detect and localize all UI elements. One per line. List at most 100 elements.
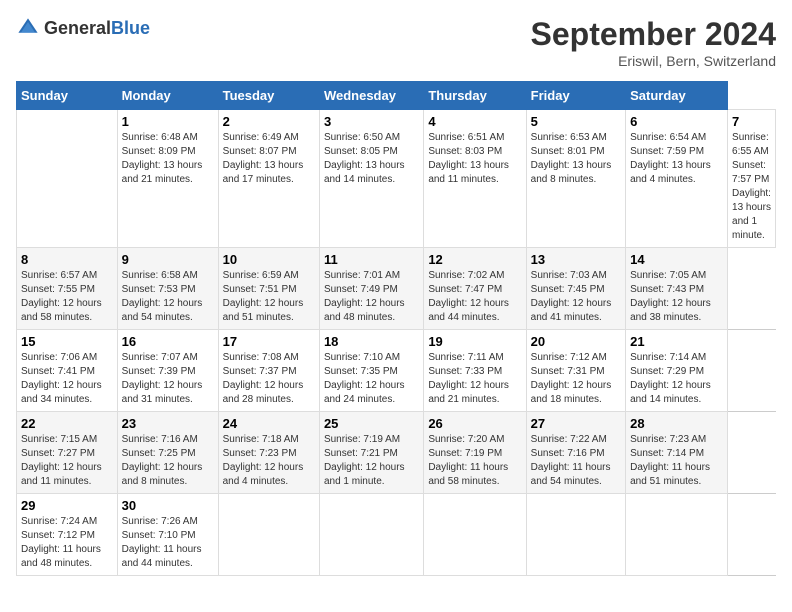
calendar-cell: 24 Sunrise: 7:18 AMSunset: 7:23 PMDayligh…	[218, 412, 319, 494]
day-number: 24	[223, 416, 315, 431]
cell-info: Sunrise: 7:03 AMSunset: 7:45 PMDaylight:…	[531, 269, 621, 325]
week-row-4: 22 Sunrise: 7:15 AMSunset: 7:27 PMDayligh…	[17, 412, 776, 494]
cell-info: Sunrise: 7:07 AMSunset: 7:39 PMDaylight:…	[122, 351, 214, 407]
cell-info: Sunrise: 7:16 AMSunset: 7:25 PMDaylight:…	[122, 433, 214, 489]
day-number: 21	[630, 334, 723, 349]
title-area: September 2024 Eriswil, Bern, Switzerlan…	[531, 16, 776, 69]
calendar-cell: 4 Sunrise: 6:51 AMSunset: 8:03 PMDaylight…	[424, 110, 526, 248]
day-number: 25	[324, 416, 419, 431]
day-header-saturday: Saturday	[626, 82, 728, 110]
cell-info: Sunrise: 7:12 AMSunset: 7:31 PMDaylight:…	[531, 351, 621, 407]
cell-info: Sunrise: 7:22 AMSunset: 7:16 PMDaylight:…	[531, 433, 621, 489]
logo: GeneralBlue	[16, 16, 150, 40]
cell-info: Sunrise: 6:54 AMSunset: 7:59 PMDaylight:…	[630, 131, 723, 187]
header-row: SundayMondayTuesdayWednesdayThursdayFrid…	[17, 82, 776, 110]
calendar-cell	[319, 494, 423, 576]
calendar-cell: 11 Sunrise: 7:01 AMSunset: 7:49 PMDayligh…	[319, 248, 423, 330]
day-number: 9	[122, 252, 214, 267]
day-header-tuesday: Tuesday	[218, 82, 319, 110]
day-number: 19	[428, 334, 521, 349]
cell-info: Sunrise: 6:57 AMSunset: 7:55 PMDaylight:…	[21, 269, 113, 325]
calendar-cell: 8Sunrise: 6:57 AMSunset: 7:55 PMDaylight…	[17, 248, 118, 330]
week-row-2: 8Sunrise: 6:57 AMSunset: 7:55 PMDaylight…	[17, 248, 776, 330]
day-number: 16	[122, 334, 214, 349]
day-number: 13	[531, 252, 621, 267]
cell-info: Sunrise: 6:59 AMSunset: 7:51 PMDaylight:…	[223, 269, 315, 325]
calendar-cell: 9 Sunrise: 6:58 AMSunset: 7:53 PMDaylight…	[117, 248, 218, 330]
calendar-cell: 25 Sunrise: 7:19 AMSunset: 7:21 PMDayligh…	[319, 412, 423, 494]
calendar-cell	[424, 494, 526, 576]
header: GeneralBlue September 2024 Eriswil, Bern…	[16, 16, 776, 69]
day-number: 22	[21, 416, 113, 431]
day-header-friday: Friday	[526, 82, 625, 110]
cell-info: Sunrise: 7:08 AMSunset: 7:37 PMDaylight:…	[223, 351, 315, 407]
cell-info: Sunrise: 7:23 AMSunset: 7:14 PMDaylight:…	[630, 433, 723, 489]
cell-info: Sunrise: 7:01 AMSunset: 7:49 PMDaylight:…	[324, 269, 419, 325]
page-container: GeneralBlue September 2024 Eriswil, Bern…	[16, 16, 776, 576]
location: Eriswil, Bern, Switzerland	[531, 53, 776, 69]
week-row-5: 29 Sunrise: 7:24 AMSunset: 7:12 PMDayligh…	[17, 494, 776, 576]
day-number: 27	[531, 416, 621, 431]
calendar-cell: 19 Sunrise: 7:11 AMSunset: 7:33 PMDayligh…	[424, 330, 526, 412]
day-number: 28	[630, 416, 723, 431]
calendar-cell: 12 Sunrise: 7:02 AMSunset: 7:47 PMDayligh…	[424, 248, 526, 330]
cell-info: Sunrise: 6:58 AMSunset: 7:53 PMDaylight:…	[122, 269, 214, 325]
calendar-cell: 6 Sunrise: 6:54 AMSunset: 7:59 PMDaylight…	[626, 110, 728, 248]
calendar-cell: 16 Sunrise: 7:07 AMSunset: 7:39 PMDayligh…	[117, 330, 218, 412]
week-row-1: 1Sunrise: 6:48 AMSunset: 8:09 PMDaylight…	[17, 110, 776, 248]
calendar-body: 1Sunrise: 6:48 AMSunset: 8:09 PMDaylight…	[17, 110, 776, 576]
calendar-cell	[17, 110, 118, 248]
day-number: 23	[122, 416, 214, 431]
calendar-cell: 30Sunrise: 7:26 AMSunset: 7:10 PMDayligh…	[117, 494, 218, 576]
cell-info: Sunrise: 6:50 AMSunset: 8:05 PMDaylight:…	[324, 131, 419, 187]
day-number: 3	[324, 114, 419, 129]
cell-info: Sunrise: 7:10 AMSunset: 7:35 PMDaylight:…	[324, 351, 419, 407]
day-number: 11	[324, 252, 419, 267]
calendar-cell: 17Sunrise: 7:08 AMSunset: 7:37 PMDayligh…	[218, 330, 319, 412]
day-number: 26	[428, 416, 521, 431]
day-number: 15	[21, 334, 113, 349]
cell-info: Sunrise: 7:14 AMSunset: 7:29 PMDaylight:…	[630, 351, 723, 407]
day-number: 1	[122, 114, 214, 129]
cell-info: Sunrise: 7:19 AMSunset: 7:21 PMDaylight:…	[324, 433, 419, 489]
calendar-cell: 7Sunrise: 6:55 AMSunset: 7:57 PMDaylight…	[728, 110, 776, 248]
day-number: 4	[428, 114, 521, 129]
logo-text: GeneralBlue	[44, 18, 150, 39]
day-number: 29	[21, 498, 113, 513]
calendar-cell: 1Sunrise: 6:48 AMSunset: 8:09 PMDaylight…	[117, 110, 218, 248]
calendar-cell: 27 Sunrise: 7:22 AMSunset: 7:16 PMDayligh…	[526, 412, 625, 494]
cell-info: Sunrise: 7:18 AMSunset: 7:23 PMDaylight:…	[223, 433, 315, 489]
calendar-table: SundayMondayTuesdayWednesdayThursdayFrid…	[16, 81, 776, 576]
calendar-cell: 2Sunrise: 6:49 AMSunset: 8:07 PMDaylight…	[218, 110, 319, 248]
calendar-cell: 20Sunrise: 7:12 AMSunset: 7:31 PMDayligh…	[526, 330, 625, 412]
calendar-cell: 5Sunrise: 6:53 AMSunset: 8:01 PMDaylight…	[526, 110, 625, 248]
day-number: 6	[630, 114, 723, 129]
cell-info: Sunrise: 7:02 AMSunset: 7:47 PMDaylight:…	[428, 269, 521, 325]
cell-info: Sunrise: 7:20 AMSunset: 7:19 PMDaylight:…	[428, 433, 521, 489]
logo-icon	[16, 16, 40, 40]
cell-info: Sunrise: 7:24 AMSunset: 7:12 PMDaylight:…	[21, 515, 113, 571]
day-header-wednesday: Wednesday	[319, 82, 423, 110]
calendar-cell: 26 Sunrise: 7:20 AMSunset: 7:19 PMDayligh…	[424, 412, 526, 494]
calendar-cell: 22 Sunrise: 7:15 AMSunset: 7:27 PMDayligh…	[17, 412, 118, 494]
calendar-cell: 21 Sunrise: 7:14 AMSunset: 7:29 PMDayligh…	[626, 330, 728, 412]
logo-blue: Blue	[111, 18, 150, 38]
day-number: 10	[223, 252, 315, 267]
calendar-cell: 29 Sunrise: 7:24 AMSunset: 7:12 PMDayligh…	[17, 494, 118, 576]
day-number: 18	[324, 334, 419, 349]
day-number: 12	[428, 252, 521, 267]
cell-info: Sunrise: 6:53 AMSunset: 8:01 PMDaylight:…	[531, 131, 621, 187]
cell-info: Sunrise: 7:11 AMSunset: 7:33 PMDaylight:…	[428, 351, 521, 407]
calendar-cell	[218, 494, 319, 576]
calendar-cell: 3 Sunrise: 6:50 AMSunset: 8:05 PMDaylight…	[319, 110, 423, 248]
day-number: 2	[223, 114, 315, 129]
calendar-cell	[526, 494, 625, 576]
cell-info: Sunrise: 6:51 AMSunset: 8:03 PMDaylight:…	[428, 131, 521, 187]
cell-info: Sunrise: 7:06 AMSunset: 7:41 PMDaylight:…	[21, 351, 113, 407]
calendar-header: SundayMondayTuesdayWednesdayThursdayFrid…	[17, 82, 776, 110]
cell-info: Sunrise: 7:15 AMSunset: 7:27 PMDaylight:…	[21, 433, 113, 489]
day-number: 14	[630, 252, 723, 267]
calendar-cell: 13 Sunrise: 7:03 AMSunset: 7:45 PMDayligh…	[526, 248, 625, 330]
cell-info: Sunrise: 7:26 AMSunset: 7:10 PMDaylight:…	[122, 515, 214, 571]
day-number: 7	[732, 114, 771, 129]
